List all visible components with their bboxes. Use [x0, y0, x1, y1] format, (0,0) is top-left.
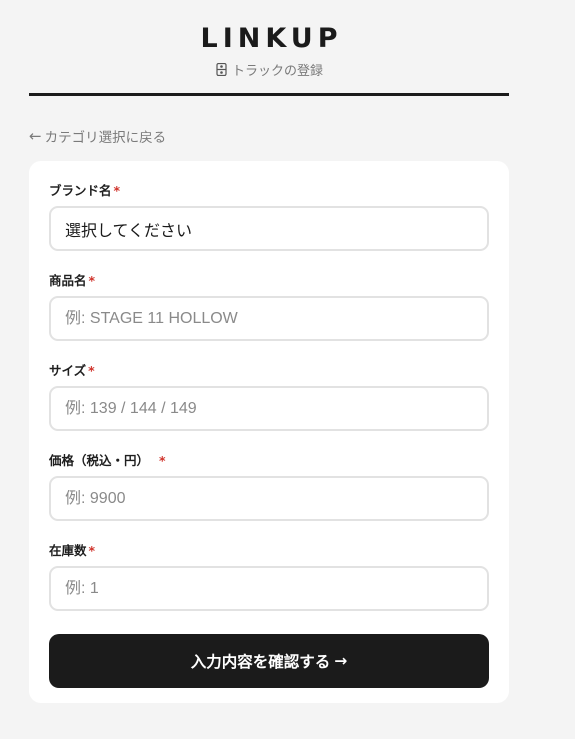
size-input-wrapper: [49, 386, 489, 431]
required-mark: *: [88, 543, 96, 558]
stock-label: 在庫数 *: [49, 541, 489, 561]
price-field: 価格（税込・円） *: [49, 451, 489, 521]
brand-select[interactable]: 選択してください: [49, 206, 489, 251]
stock-label-text: 在庫数: [49, 543, 87, 558]
confirm-button[interactable]: 入力内容を確認する →: [49, 634, 489, 688]
arrow-right-icon: →: [334, 652, 348, 670]
back-to-category-link[interactable]: ← カテゴリ選択に戻る: [29, 126, 166, 146]
arrow-left-icon: ←: [29, 127, 42, 145]
brand-label: ブランド名 *: [49, 181, 489, 201]
price-label: 価格（税込・円） *: [49, 451, 489, 471]
back-link-label: カテゴリ選択に戻る: [44, 130, 167, 146]
page-subtitle-text: トラックの登録: [231, 63, 323, 79]
price-input-wrapper: [49, 476, 489, 521]
required-mark: *: [88, 363, 95, 378]
size-field: サイズ *: [49, 361, 489, 431]
logo[interactable]: LINKUP: [29, 22, 509, 56]
brand-label-text: ブランド名: [49, 183, 112, 198]
required-mark: *: [159, 453, 166, 468]
track-icon: [215, 62, 228, 76]
required-mark: *: [113, 183, 121, 198]
confirm-button-label: 入力内容を確認する: [190, 653, 331, 671]
product-field: 商品名 *: [49, 271, 489, 341]
product-label: 商品名 *: [49, 271, 489, 291]
stock-field: 在庫数 *: [49, 541, 489, 611]
page: LINKUP トラックの登録 ← カテゴリ選択に戻る ブランド名 * 選択してくだ…: [0, 0, 575, 739]
price-label-text: 価格（税込・円）: [49, 453, 150, 468]
price-input[interactable]: [65, 489, 473, 508]
size-input[interactable]: [65, 399, 473, 418]
registration-form: ブランド名* 選択してください 商品名* サイズ*: [29, 161, 509, 703]
product-label-text: 商品名: [49, 273, 87, 288]
page-subtitle: トラックの登録: [29, 60, 509, 79]
stock-input-wrapper: [49, 566, 489, 611]
header: LINKUP トラックの登録: [29, 20, 509, 96]
size-label: サイズ *: [49, 361, 489, 381]
brand-select-value: 選択してください: [65, 220, 193, 240]
required-mark: *: [88, 273, 96, 288]
stock-input[interactable]: [65, 579, 473, 598]
product-input-wrapper: [49, 296, 489, 341]
product-input[interactable]: [65, 309, 473, 328]
size-label-text: サイズ: [49, 363, 87, 378]
brand-field: ブランド名 * 選択してください: [49, 181, 489, 251]
